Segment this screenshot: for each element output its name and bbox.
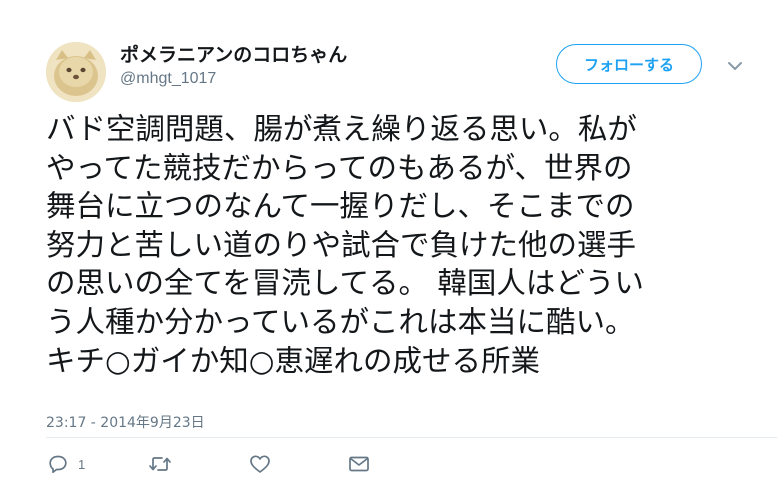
- tweet-text: バド空調問題、腸が煮え繰り返る思い。私が やってた競技だからってのもあるが、世界…: [46, 110, 746, 380]
- user-handle[interactable]: @mhgt_1017: [120, 70, 216, 88]
- tweet-line: バド空調問題、腸が煮え繰り返る思い。私が: [46, 112, 637, 146]
- chevron-down-icon[interactable]: [726, 58, 744, 72]
- tweet-line: 努力と苦しい道のりや試合で負けた他の選手: [46, 227, 637, 262]
- tweet-line: う人種か分かっているがこれは本当に酷い。: [46, 304, 635, 339]
- tweet-line: の思いの全てを冒涜してる。 韓国人はどうい: [46, 266, 644, 301]
- display-name[interactable]: ポメラニアンのコロちゃん: [120, 40, 347, 67]
- avatar-image: [46, 42, 106, 102]
- reply-count: 1: [78, 456, 86, 472]
- like-icon: [250, 455, 270, 473]
- tweet-line: やってた競技だからってのもあるが、世界の: [46, 150, 633, 185]
- retweet-button[interactable]: [148, 453, 172, 475]
- tweet-line: 舞台に立つのなんて一握りだし、そこまでの: [46, 189, 635, 224]
- like-button[interactable]: [249, 453, 271, 475]
- tweet-timestamp[interactable]: 23:17 - 2014年9月23日: [46, 412, 205, 432]
- direct-message-icon: [349, 456, 369, 472]
- divider: [46, 437, 777, 438]
- reply-button[interactable]: 1: [48, 453, 85, 475]
- retweet-icon: [149, 457, 171, 471]
- follow-button[interactable]: フォローする: [556, 44, 702, 84]
- direct-message-button[interactable]: [348, 453, 370, 475]
- tweet-card: ポメラニアンのコロちゃん @mhgt_1017 フォローする バド空調問題、腸が…: [0, 0, 777, 498]
- reply-icon: [49, 455, 67, 474]
- avatar[interactable]: [46, 42, 106, 102]
- tweet-line: キチ○ガイか知○恵遅れの成せる所業: [46, 343, 540, 378]
